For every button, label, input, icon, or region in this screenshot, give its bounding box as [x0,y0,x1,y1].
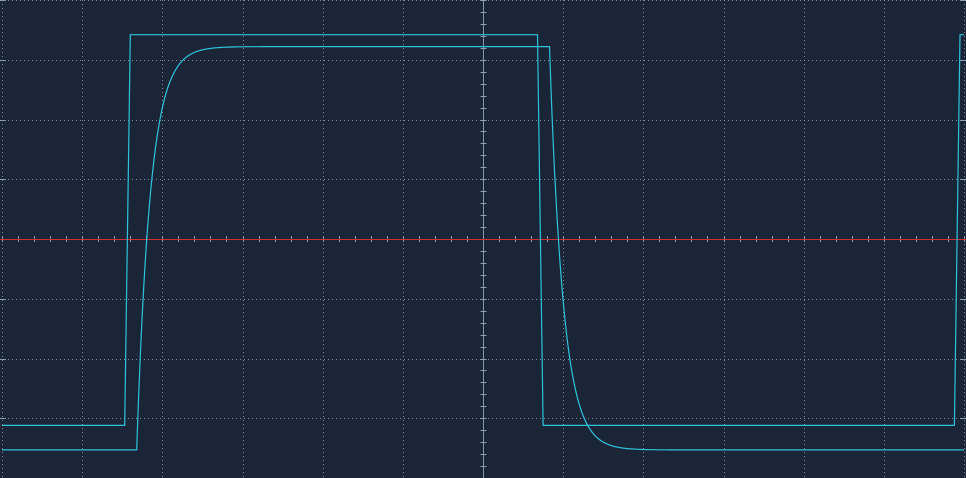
oscilloscope-display [0,0,966,478]
